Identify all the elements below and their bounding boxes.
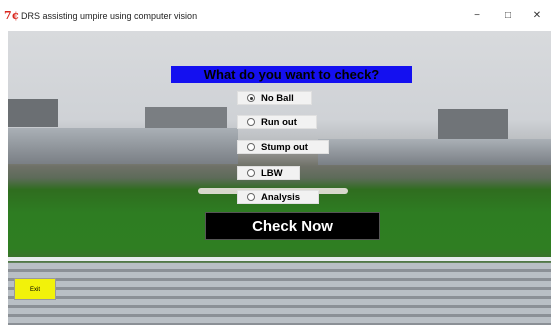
boundary-rail xyxy=(8,257,551,261)
check-now-button[interactable]: Check Now xyxy=(205,212,380,240)
stand-left xyxy=(8,128,238,164)
radio-lbw[interactable]: LBW xyxy=(237,166,300,180)
stand-right xyxy=(318,139,551,165)
radio-label: Run out xyxy=(261,116,297,128)
radio-run-out[interactable]: Run out xyxy=(237,115,317,129)
window-title: DRS assisting umpire using computer visi… xyxy=(21,10,198,21)
building-left xyxy=(8,99,58,127)
feather-logo-icon: 7¢ xyxy=(4,8,20,22)
building-right xyxy=(438,109,508,139)
radio-unselected-icon xyxy=(247,193,255,201)
building-center-left xyxy=(145,107,227,129)
radio-label: No Ball xyxy=(261,92,294,104)
radio-unselected-icon xyxy=(247,118,255,126)
radio-stump-out[interactable]: Stump out xyxy=(237,140,329,154)
radio-no-ball[interactable]: No Ball xyxy=(237,91,312,105)
radio-unselected-icon xyxy=(247,143,255,151)
exit-button[interactable]: Exit xyxy=(14,278,56,300)
radio-label: Stump out xyxy=(261,141,308,153)
radio-label: LBW xyxy=(261,167,283,179)
question-heading: What do you want to check? xyxy=(171,66,412,83)
title-bar: 7¢ DRS assisting umpire using computer v… xyxy=(0,0,551,31)
stadium-seats xyxy=(8,263,551,325)
close-button[interactable]: ✕ xyxy=(519,0,551,31)
radio-label: Analysis xyxy=(261,191,301,203)
radio-analysis[interactable]: Analysis xyxy=(237,190,319,204)
radio-unselected-icon xyxy=(247,169,255,177)
radio-selected-icon xyxy=(247,94,255,102)
